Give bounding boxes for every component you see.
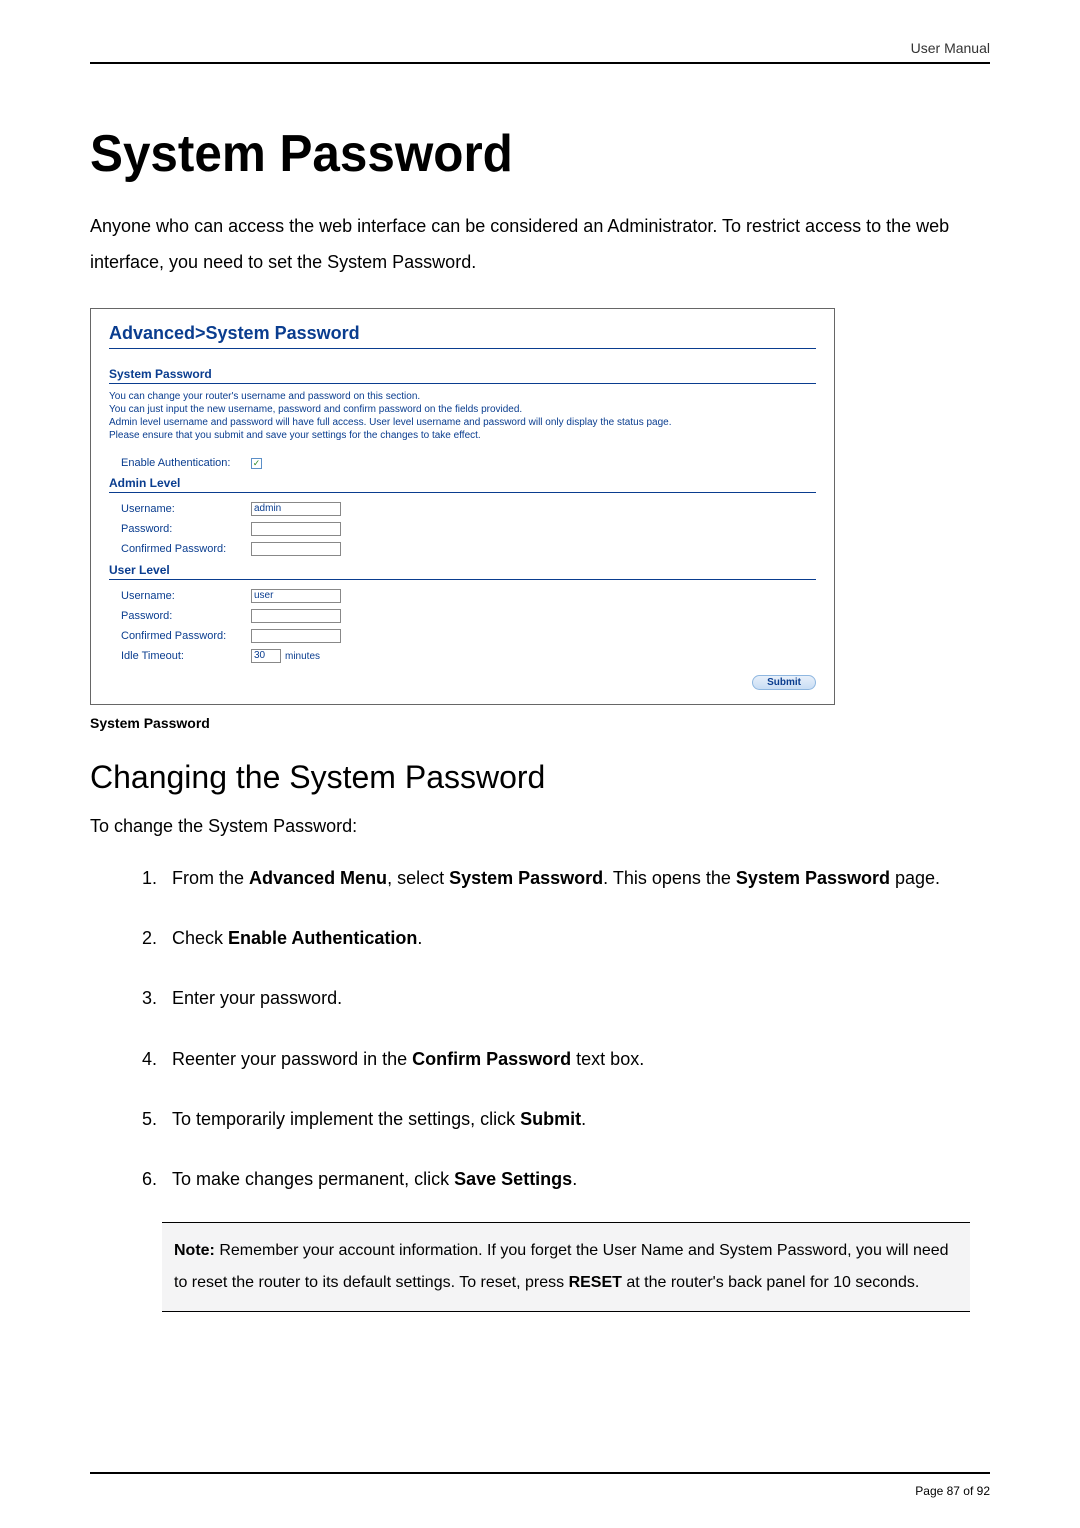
user-password-row: Password: bbox=[109, 606, 816, 626]
enable-auth-checkbox[interactable]: ✓ bbox=[251, 458, 262, 469]
field-label: Password: bbox=[121, 523, 251, 535]
field-label: Username: bbox=[121, 503, 251, 515]
header-label: User Manual bbox=[90, 40, 990, 56]
step-text: From the bbox=[172, 868, 249, 888]
page-header: User Manual bbox=[90, 40, 990, 64]
step-text: . bbox=[581, 1109, 586, 1129]
step-bold: System Password bbox=[736, 868, 890, 888]
panel-desc-line: You can change your router's username an… bbox=[109, 391, 420, 402]
step-text: . bbox=[417, 928, 422, 948]
user-username-row: Username: user bbox=[109, 586, 816, 606]
step-bold: System Password bbox=[449, 868, 603, 888]
step-text: To make changes permanent, click bbox=[172, 1169, 454, 1189]
field-label: Idle Timeout: bbox=[121, 650, 251, 662]
field-label: Confirmed Password: bbox=[121, 630, 251, 642]
steps-list: From the Advanced Menu, select System Pa… bbox=[162, 861, 970, 1196]
step-bold: Advanced Menu bbox=[249, 868, 387, 888]
lead-text: To change the System Password: bbox=[90, 816, 990, 837]
admin-username-input[interactable]: admin bbox=[251, 502, 341, 516]
step-bold: Save Settings bbox=[454, 1169, 572, 1189]
field-label: Password: bbox=[121, 610, 251, 622]
idle-timeout-row: Idle Timeout: 30 minutes bbox=[109, 646, 816, 666]
field-label: Username: bbox=[121, 590, 251, 602]
step-bold: Enable Authentication bbox=[228, 928, 417, 948]
step-bold: Submit bbox=[520, 1109, 581, 1129]
admin-password-row: Password: bbox=[109, 519, 816, 539]
panel-desc-line: Please ensure that you submit and save y… bbox=[109, 430, 481, 441]
step-text: To temporarily implement the settings, c… bbox=[172, 1109, 520, 1129]
system-password-panel: Advanced>System Password System Password… bbox=[90, 308, 835, 705]
panel-description: You can change your router's username an… bbox=[109, 390, 816, 442]
admin-password-input[interactable] bbox=[251, 522, 341, 536]
step-text: . bbox=[572, 1169, 577, 1189]
user-confirmed-input[interactable] bbox=[251, 629, 341, 643]
note-lead: Note: bbox=[174, 1242, 215, 1259]
step-text: text box. bbox=[571, 1049, 644, 1069]
submit-row: Submit bbox=[109, 672, 816, 690]
step-text: Reenter your password in the bbox=[172, 1049, 412, 1069]
panel-desc-line: You can just input the new username, pas… bbox=[109, 404, 522, 415]
enable-auth-label: Enable Authentication: bbox=[121, 457, 251, 469]
idle-timeout-input[interactable]: 30 bbox=[251, 649, 281, 663]
figure-caption: System Password bbox=[90, 715, 990, 731]
admin-username-row: Username: admin bbox=[109, 499, 816, 519]
step-item: To make changes permanent, click Save Se… bbox=[162, 1162, 970, 1196]
panel-section-heading: System Password bbox=[109, 367, 816, 384]
note-box: Note: Remember your account information.… bbox=[162, 1222, 970, 1312]
admin-confirmed-input[interactable] bbox=[251, 542, 341, 556]
step-text: Enter your password. bbox=[172, 988, 342, 1008]
user-password-input[interactable] bbox=[251, 609, 341, 623]
step-item: Check Enable Authentication. bbox=[162, 921, 970, 955]
page-number: Page 87 of 92 bbox=[915, 1484, 990, 1498]
enable-auth-row: Enable Authentication: ✓ bbox=[109, 454, 816, 472]
note-reset: RESET bbox=[569, 1274, 622, 1291]
section-heading: Changing the System Password bbox=[90, 759, 990, 796]
user-level-heading: User Level bbox=[109, 563, 816, 580]
page-title: System Password bbox=[90, 124, 945, 184]
admin-level-heading: Admin Level bbox=[109, 476, 816, 493]
panel-breadcrumb: Advanced>System Password bbox=[109, 323, 816, 349]
intro-paragraph: Anyone who can access the web interface … bbox=[90, 208, 990, 280]
step-text: . This opens the bbox=[603, 868, 736, 888]
step-item: Enter your password. bbox=[162, 981, 970, 1015]
user-username-input[interactable]: user bbox=[251, 589, 341, 603]
panel-desc-line: Admin level username and password will h… bbox=[109, 417, 672, 428]
field-label: Confirmed Password: bbox=[121, 543, 251, 555]
step-bold: Confirm Password bbox=[412, 1049, 571, 1069]
step-text: Check bbox=[172, 928, 228, 948]
note-body: at the router's back panel for 10 second… bbox=[622, 1274, 919, 1291]
step-item: Reenter your password in the Confirm Pas… bbox=[162, 1042, 970, 1076]
submit-button[interactable]: Submit bbox=[752, 675, 816, 690]
step-text: page. bbox=[890, 868, 940, 888]
step-item: From the Advanced Menu, select System Pa… bbox=[162, 861, 970, 895]
step-text: , select bbox=[387, 868, 449, 888]
admin-confirmed-row: Confirmed Password: bbox=[109, 539, 816, 559]
idle-timeout-unit: minutes bbox=[285, 651, 320, 662]
step-item: To temporarily implement the settings, c… bbox=[162, 1102, 970, 1136]
user-confirmed-row: Confirmed Password: bbox=[109, 626, 816, 646]
page-footer: Page 87 of 92 bbox=[90, 1472, 990, 1498]
